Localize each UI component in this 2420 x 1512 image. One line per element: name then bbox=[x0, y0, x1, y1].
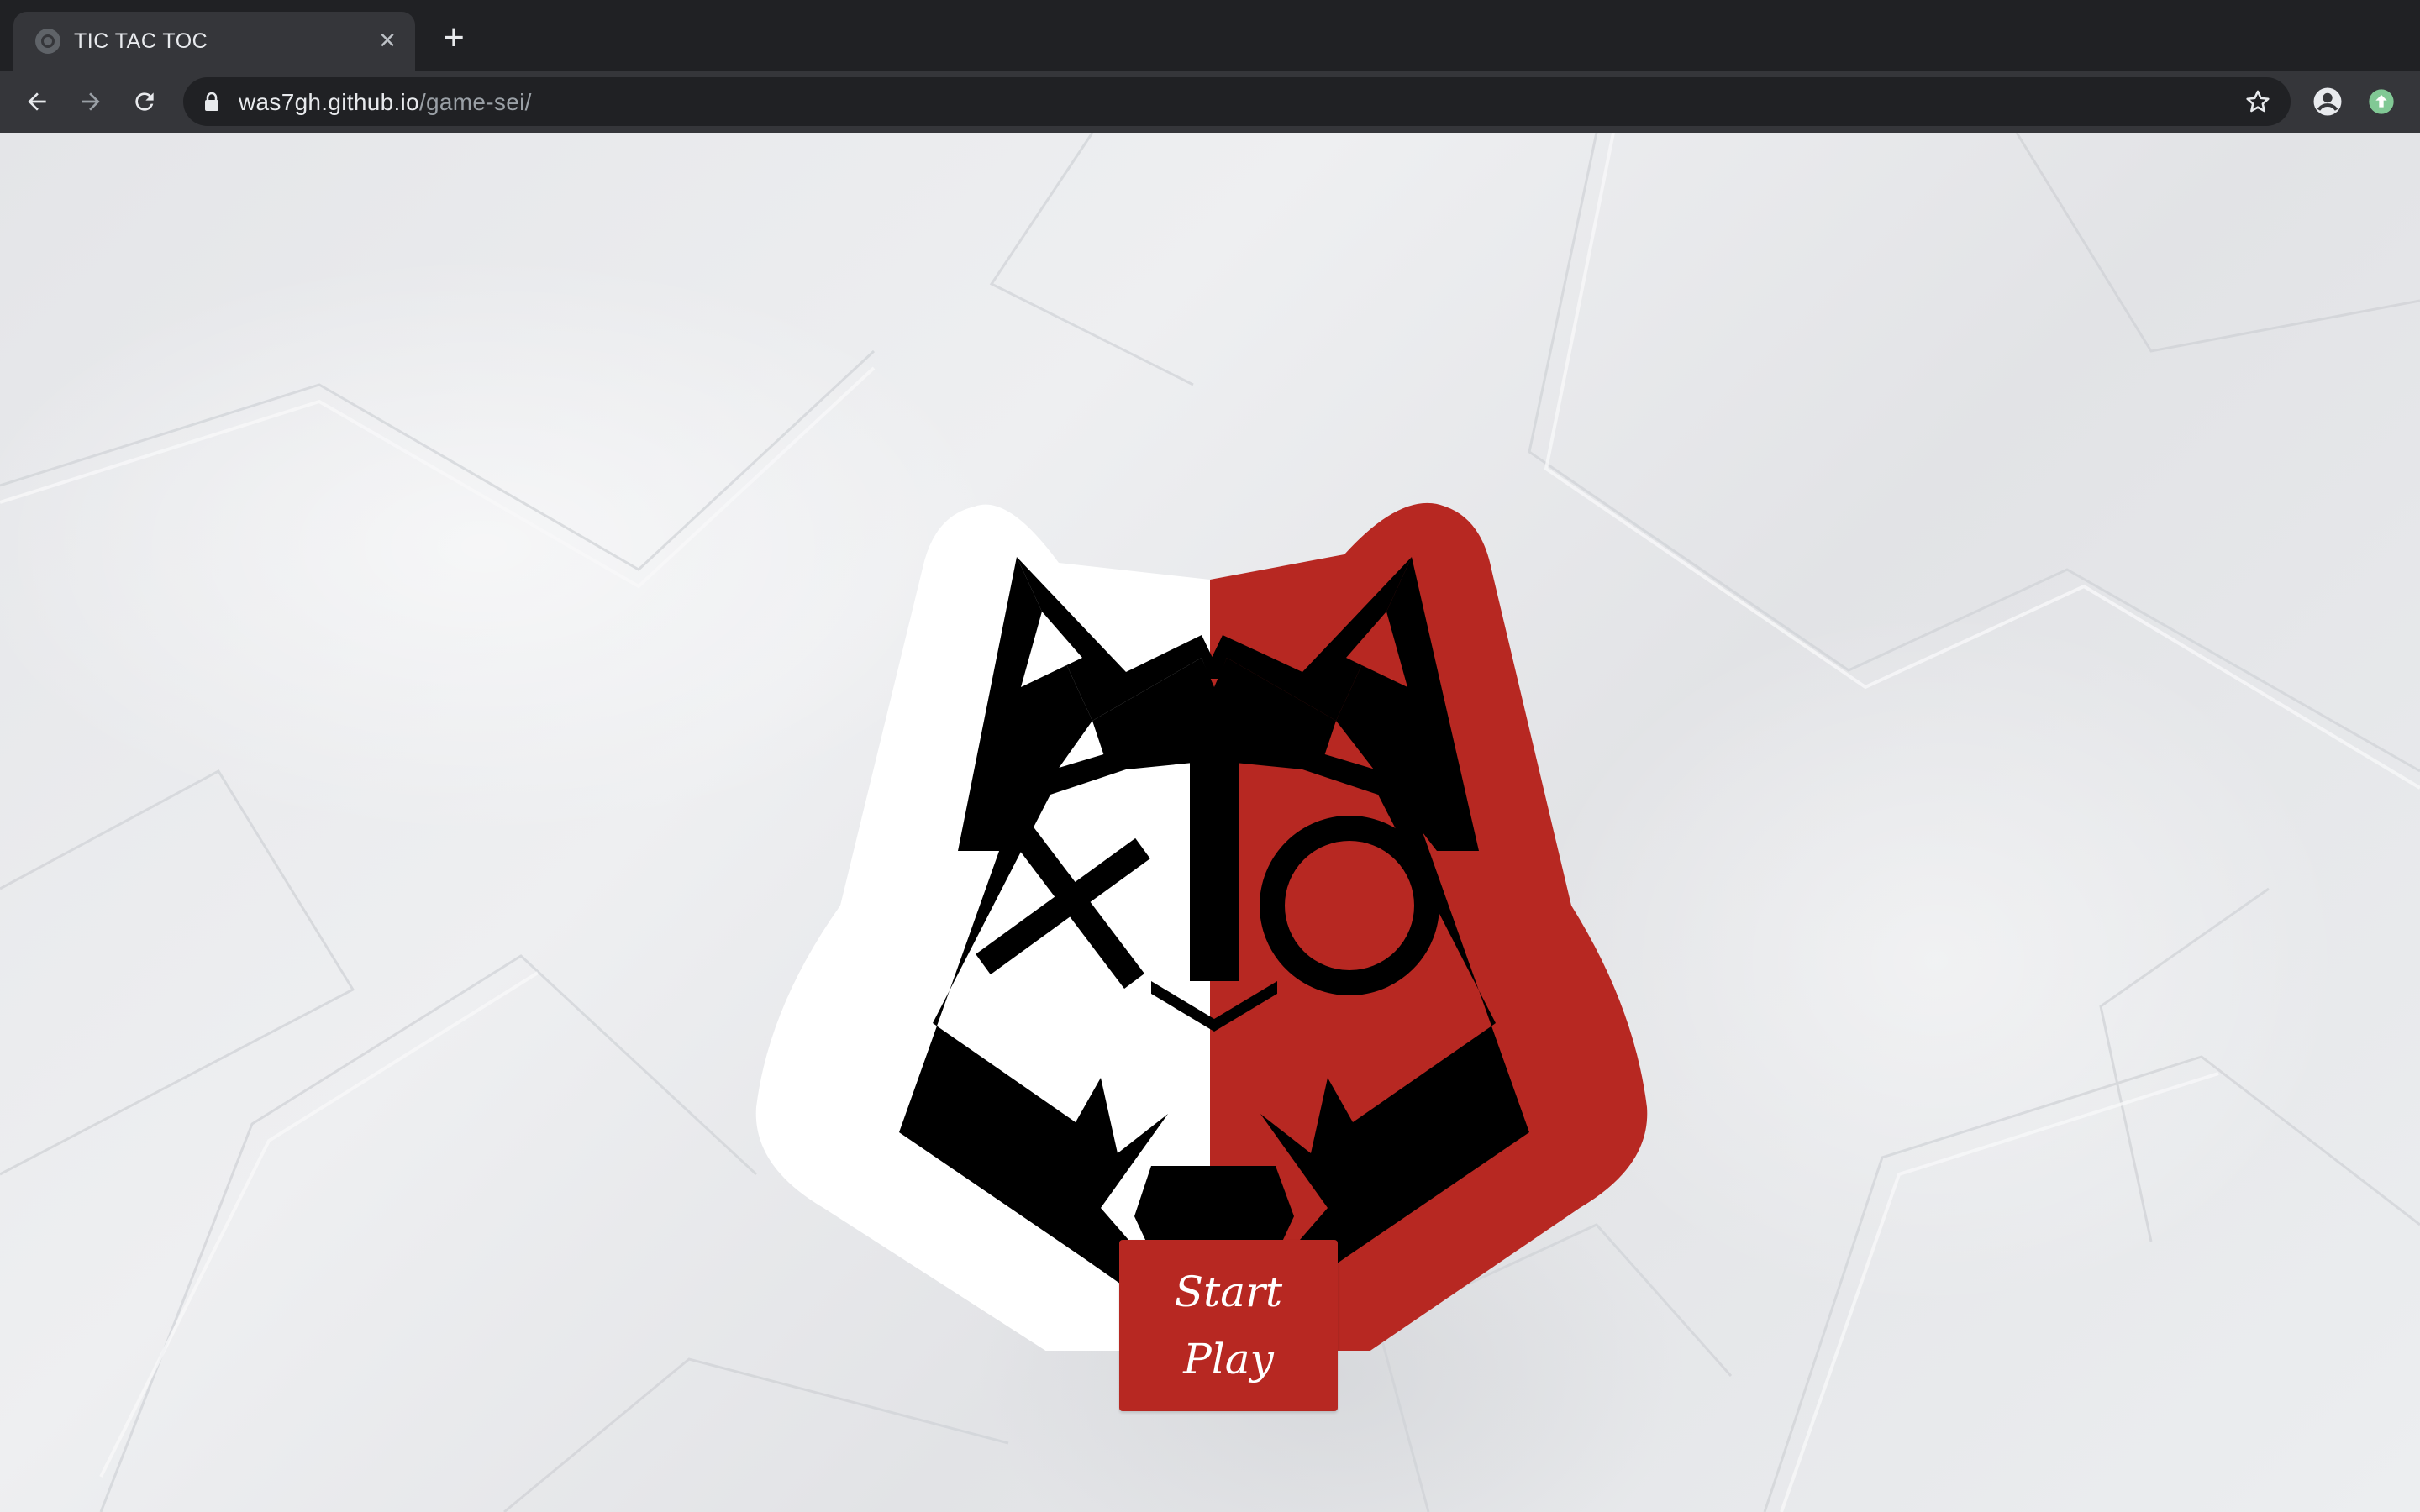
update-available-icon[interactable] bbox=[2368, 88, 2395, 115]
profile-icon[interactable] bbox=[2312, 87, 2343, 117]
tab-title: TIC TAC TOC bbox=[74, 29, 208, 53]
start-play-button[interactable]: Start Play bbox=[1119, 1240, 1338, 1411]
url-host: was7gh.github.io bbox=[239, 89, 419, 115]
start-play-label-line1: Start bbox=[1174, 1268, 1283, 1316]
reload-button[interactable] bbox=[124, 81, 165, 122]
url-text: was7gh.github.io/game-sei/ bbox=[239, 89, 532, 116]
start-play-label-line2: Play bbox=[1183, 1335, 1274, 1383]
arrow-right-icon bbox=[82, 92, 100, 111]
arrow-left-icon bbox=[28, 92, 46, 111]
back-button[interactable] bbox=[17, 81, 57, 122]
wolf-logo bbox=[755, 502, 1648, 1351]
forward-button[interactable] bbox=[71, 81, 111, 122]
reload-icon bbox=[135, 92, 154, 111]
browser-tabstrip: TIC TAC TOC × + bbox=[0, 0, 2420, 71]
browser-tab[interactable]: TIC TAC TOC × bbox=[13, 12, 415, 71]
globe-icon bbox=[35, 29, 60, 54]
tab-close-button[interactable]: × bbox=[371, 25, 403, 57]
address-bar[interactable]: was7gh.github.io/game-sei/ bbox=[183, 77, 2291, 126]
browser-toolbar: was7gh.github.io/game-sei/ bbox=[0, 71, 2420, 133]
page-viewport: Start Play bbox=[0, 133, 2420, 1512]
url-path: /game-sei/ bbox=[418, 89, 532, 115]
star-icon[interactable] bbox=[2244, 87, 2272, 116]
new-tab-button[interactable]: + bbox=[435, 19, 472, 57]
lock-icon bbox=[205, 92, 218, 111]
